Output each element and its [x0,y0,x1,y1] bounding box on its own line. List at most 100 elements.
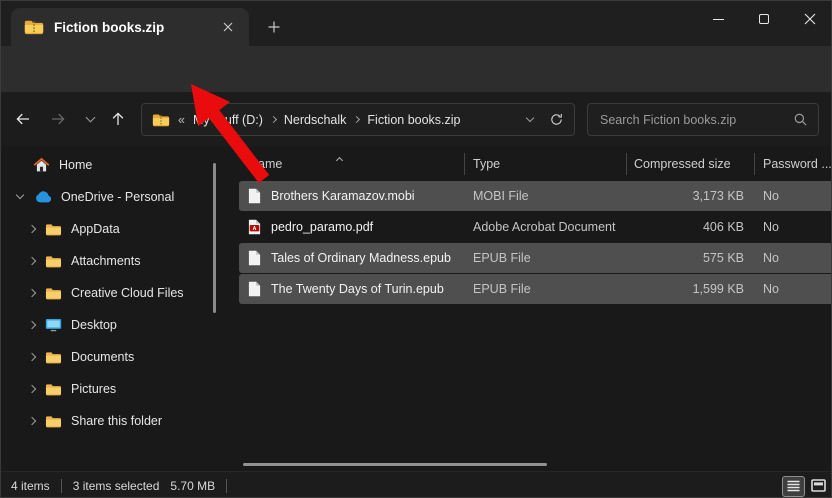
close-button[interactable] [787,1,832,37]
breadcrumb-folder[interactable]: Nerdschalk [284,113,347,127]
chevron-right-icon[interactable] [28,289,36,297]
explorer-tab[interactable]: Fiction books.zip [11,8,249,46]
new-tab-button[interactable] [261,14,287,40]
desktop-icon [45,318,62,332]
chevron-right-icon[interactable] [28,321,36,329]
table-row[interactable]: The Twenty Days of Turin.epub EPUB File … [239,274,832,304]
window-controls [695,1,832,37]
column-header-compressed-size[interactable]: Compressed size [634,149,731,179]
breadcrumb-current[interactable]: Fiction books.zip [367,113,460,127]
file-icon [248,281,261,297]
folder-icon [45,383,62,396]
column-divider[interactable] [464,153,465,175]
sidebar-item-home[interactable]: Home [7,149,231,181]
minimize-button[interactable] [695,1,741,37]
file-password: No [763,212,779,242]
sidebar-item-label: AppData [71,222,120,236]
column-divider[interactable] [626,153,627,175]
sidebar-item-label: Home [59,158,92,172]
table-row[interactable]: A pedro_paramo.pdf Adobe Acrobat Documen… [239,212,832,242]
column-header-row: Name Type Compressed size Password ... [239,149,832,179]
sidebar: Home OneDrive - Personal AppData Attachm… [1,149,231,461]
file-icon [248,250,261,266]
sidebar-item-label: OneDrive - Personal [61,190,174,204]
sidebar-item-label: Documents [71,350,134,364]
refresh-icon[interactable] [549,112,564,127]
chevron-right-icon[interactable] [28,417,36,425]
folder-icon [45,255,62,268]
pdf-icon: A [248,219,261,235]
column-header-password[interactable]: Password ... [763,149,832,179]
chevron-down-icon[interactable] [16,191,24,199]
search-input[interactable] [598,112,793,128]
titlebar: Fiction books.zip [1,1,832,46]
file-type: EPUB File [473,243,531,273]
file-size: 406 KB [591,212,744,242]
forward-button[interactable] [44,105,72,133]
sidebar-item-documents[interactable]: Documents [19,341,231,373]
sidebar-item-share-this-folder[interactable]: Share this folder [19,405,231,437]
up-button[interactable] [104,105,132,133]
file-name: Tales of Ordinary Madness.epub [271,243,451,273]
table-row[interactable]: Brothers Karamazov.mobi MOBI File 3,173 … [239,181,832,211]
maximize-button[interactable] [741,1,787,37]
address-dropdown-icon[interactable] [526,113,534,121]
sidebar-item-label: Creative Cloud Files [71,286,184,300]
column-header-name[interactable]: Name [249,149,282,179]
onedrive-icon [33,191,52,203]
selection-size: 5.70 MB [170,479,215,493]
sidebar-item-desktop[interactable]: Desktop [19,309,231,341]
horizontal-scrollbar[interactable] [243,463,547,466]
address-bar[interactable]: « My Stuff (D:) Nerdschalk Fiction books… [141,103,575,136]
folder-icon [45,351,62,364]
details-view-toggle[interactable] [782,476,805,497]
zip-folder-icon [152,113,170,127]
tab-close-icon[interactable] [217,16,239,38]
breadcrumb-collapsed-indicator[interactable]: « [178,113,185,127]
recent-locations-button[interactable] [76,105,104,133]
sidebar-item-pictures[interactable]: Pictures [19,373,231,405]
sidebar-scrollbar[interactable] [213,163,216,313]
file-size: 1,599 KB [591,274,744,304]
command-toolbar: New A [1,46,832,92]
selection-count: 3 items selected [73,479,160,493]
sidebar-item-appdata[interactable]: AppData [19,213,231,245]
file-name: pedro_paramo.pdf [271,212,373,242]
column-divider[interactable] [754,153,755,175]
status-bar: 4 items 3 items selected 5.70 MB [1,471,832,498]
item-count: 4 items [11,479,50,493]
chevron-right-icon[interactable] [28,353,36,361]
chevron-right-icon [270,116,277,123]
file-password: No [763,181,779,211]
column-header-type[interactable]: Type [473,149,500,179]
thumbnail-view-icon [811,479,826,492]
chevron-right-icon[interactable] [28,225,36,233]
search-box [587,103,819,136]
sidebar-item-attachments[interactable]: Attachments [19,245,231,277]
zip-folder-icon [24,19,44,35]
chevron-down-icon [85,112,95,122]
folder-icon [45,415,62,428]
sidebar-item-onedrive[interactable]: OneDrive - Personal [7,181,231,213]
sidebar-item-label: Pictures [71,382,116,396]
chevron-right-icon [353,116,360,123]
folder-icon [45,287,62,300]
file-password: No [763,243,779,273]
thumbnail-view-toggle[interactable] [808,476,828,495]
chevron-right-icon[interactable] [28,385,36,393]
back-button[interactable] [9,105,37,133]
details-view-icon [787,480,800,492]
file-name: The Twenty Days of Turin.epub [271,274,444,304]
sidebar-item-label: Desktop [71,318,117,332]
home-icon [33,157,50,173]
navigation-bar: « My Stuff (D:) Nerdschalk Fiction books… [1,92,832,146]
breadcrumb-drive[interactable]: My Stuff (D:) [193,113,263,127]
file-size: 575 KB [591,243,744,273]
status-divider [61,479,62,493]
table-row[interactable]: Tales of Ordinary Madness.epub EPUB File… [239,243,832,273]
sidebar-item-creative-cloud-files[interactable]: Creative Cloud Files [19,277,231,309]
file-list: Name Type Compressed size Password ... B… [239,149,832,469]
chevron-right-icon[interactable] [28,257,36,265]
file-name: Brothers Karamazov.mobi [271,181,415,211]
file-size: 3,173 KB [591,181,744,211]
